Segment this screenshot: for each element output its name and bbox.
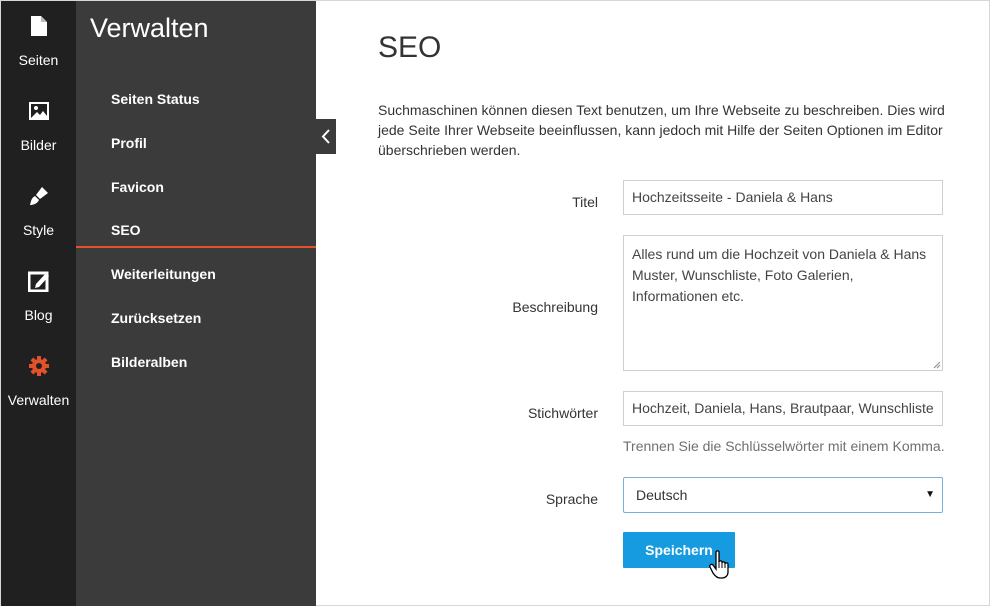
keywords-field[interactable]: Hochzeit, Daniela, Hans, Brautpaar, Wuns… <box>623 391 943 426</box>
collapse-sidebar-button[interactable] <box>316 119 336 154</box>
rail-item-label: Bilder <box>20 137 57 153</box>
icon-rail: Seiten Bilder Style Blog Verwalten <box>1 1 76 606</box>
sidebar-item-profil[interactable]: Profil <box>76 125 316 161</box>
keywords-label: Stichwörter <box>527 405 598 421</box>
page-icon <box>1 15 76 39</box>
sidebar-item-seiten-status[interactable]: Seiten Status <box>76 81 316 117</box>
sidebar-item-zuruecksetzen[interactable]: Zurücksetzen <box>76 300 316 336</box>
sidebar-item-label: Seiten Status <box>111 91 200 107</box>
page-title: SEO <box>378 31 442 64</box>
gear-icon <box>1 355 76 379</box>
description-field[interactable]: Alles rund um die Hochzeit von Daniela &… <box>623 235 943 371</box>
resize-handle-icon[interactable] <box>932 360 941 369</box>
edit-icon <box>1 270 76 294</box>
title-field[interactable]: Hochzeitsseite - Daniela & Hans <box>623 180 943 215</box>
rail-item-label: Blog <box>24 307 53 323</box>
sidebar-item-label: SEO <box>111 222 141 238</box>
sidebar-item-seo[interactable]: SEO <box>76 212 316 248</box>
sidebar-item-weiterleitungen[interactable]: Weiterleitungen <box>76 256 316 292</box>
keywords-hint: Trennen Sie die Schlüsselwörter mit eine… <box>623 438 945 454</box>
rail-item-label: Seiten <box>18 52 59 68</box>
language-selected-value: Deutsch <box>636 487 688 503</box>
settings-sidebar: Verwalten Seiten Status Profil Favicon S… <box>76 1 316 606</box>
sidebar-item-favicon[interactable]: Favicon <box>76 169 316 205</box>
rail-item-verwalten[interactable]: Verwalten <box>1 341 76 426</box>
rail-item-seiten[interactable]: Seiten <box>1 1 76 86</box>
brush-icon <box>1 185 76 209</box>
sidebar-item-label: Weiterleitungen <box>111 266 216 282</box>
app-window: Seiten Bilder Style Blog Verwalten Verwa… <box>0 0 990 606</box>
sidebar-item-label: Favicon <box>111 179 164 195</box>
description-text: Alles rund um die Hochzeit von Daniela &… <box>632 246 927 304</box>
sidebar-item-bilderalben[interactable]: Bilderalben <box>76 344 316 380</box>
language-label: Sprache <box>545 491 598 507</box>
title-label: Titel <box>572 194 598 210</box>
chevron-left-icon <box>321 129 330 144</box>
sidebar-title: Verwalten <box>90 13 209 43</box>
rail-item-label: Verwalten <box>7 392 70 408</box>
sidebar-item-label: Profil <box>111 135 147 151</box>
rail-item-label: Style <box>22 222 55 238</box>
hand-cursor-icon <box>709 550 729 579</box>
rail-item-bilder[interactable]: Bilder <box>1 86 76 171</box>
sidebar-item-label: Bilderalben <box>111 354 188 370</box>
dropdown-arrow-icon: ▼ <box>925 489 935 500</box>
rail-item-style[interactable]: Style <box>1 171 76 256</box>
seo-description-text: Suchmaschinen können diesen Text benutze… <box>378 102 945 158</box>
language-select[interactable]: Deutsch ▼ <box>623 477 943 513</box>
description-label: Beschreibung <box>512 299 598 315</box>
sidebar-item-label: Zurücksetzen <box>111 310 202 326</box>
rail-item-blog[interactable]: Blog <box>1 256 76 341</box>
image-icon <box>1 100 76 124</box>
